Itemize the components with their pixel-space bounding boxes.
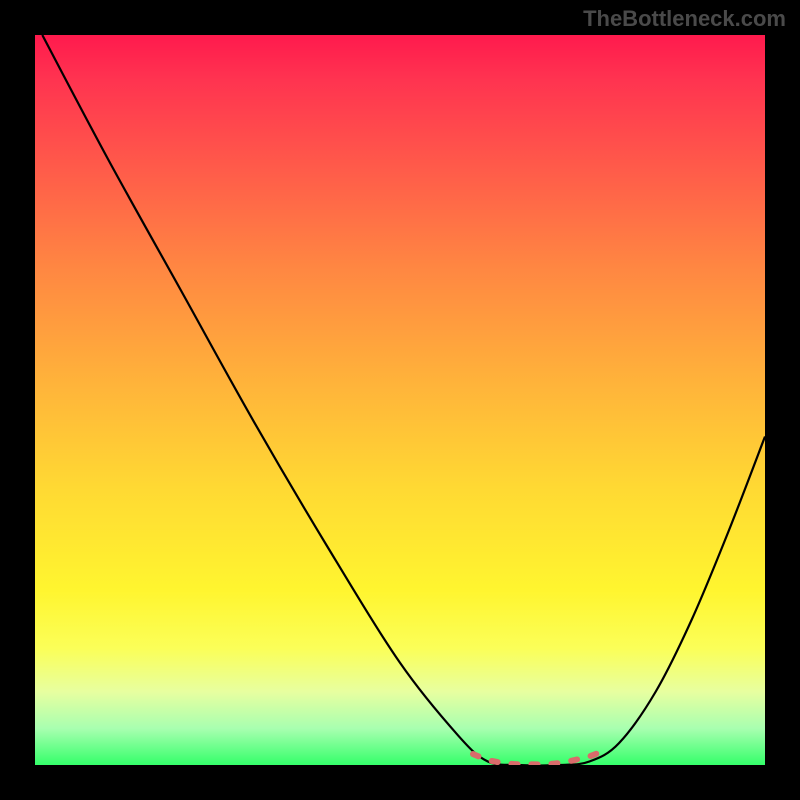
main-curve bbox=[42, 35, 765, 765]
watermark-text: TheBottleneck.com bbox=[583, 6, 786, 32]
chart-svg bbox=[35, 35, 765, 765]
chart-plot-area bbox=[35, 35, 765, 765]
